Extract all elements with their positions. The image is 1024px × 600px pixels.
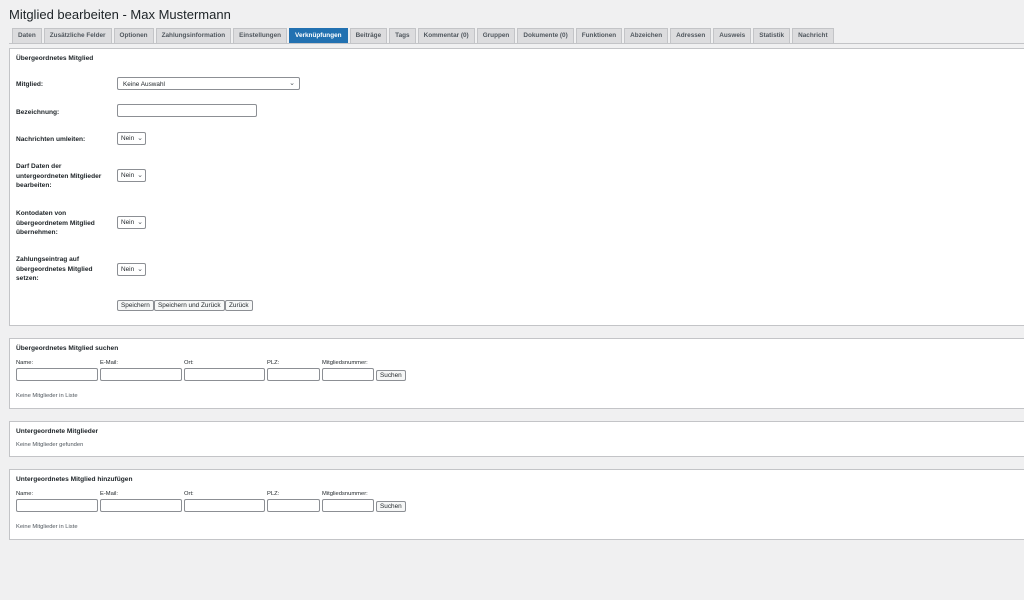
bezeichnung-input[interactable] — [117, 104, 257, 117]
name-input[interactable] — [16, 499, 98, 512]
ort-label: Ort: — [184, 360, 194, 366]
ort-input[interactable] — [184, 499, 265, 512]
bezeichnung-label: Bezeichnung: — [16, 109, 60, 116]
tab-beitraege[interactable]: Beiträge — [349, 28, 388, 43]
tab-statistik[interactable]: Statistik — [753, 28, 791, 43]
darf-daten-select[interactable]: Nein ⌄ — [117, 169, 146, 182]
search-button[interactable]: Suchen — [376, 370, 406, 381]
tab-verknuepfungen[interactable]: Verknüpfungen — [289, 28, 348, 43]
zahlungseintrag-label: Zahlungseintrag auf übergeordnetes Mitgl… — [16, 256, 93, 282]
tab-optionen[interactable]: Optionen — [113, 28, 154, 43]
darf-daten-value: Nein — [121, 172, 135, 179]
tab-zusaetzliche-felder[interactable]: Zusätzliche Felder — [43, 28, 112, 43]
email-input[interactable] — [100, 499, 182, 512]
tab-divider — [9, 43, 1024, 44]
chevron-down-icon: ⌄ — [289, 80, 295, 87]
mitgliedsnummer-input[interactable] — [322, 499, 374, 512]
name-label: Name: — [16, 360, 34, 366]
tab-funktionen[interactable]: Funktionen — [575, 28, 623, 43]
panel-title: Übergeordnetes Mitglied suchen — [16, 345, 119, 352]
ort-label: Ort: — [184, 491, 194, 497]
kontodaten-select[interactable]: Nein ⌄ — [117, 216, 146, 229]
nachrichten-umleiten-label: Nachrichten umleiten: — [16, 136, 86, 143]
empty-list-message: Keine Mitglieder gefunden — [16, 442, 84, 448]
name-label: Name: — [16, 491, 34, 497]
plz-label: PLZ: — [267, 491, 280, 497]
plz-label: PLZ: — [267, 360, 280, 366]
chevron-down-icon: ⌄ — [137, 135, 143, 142]
mitgliedsnummer-input[interactable] — [322, 368, 374, 381]
email-label: E-Mail: — [100, 491, 119, 497]
tab-bar: Daten Zusätzliche Felder Optionen Zahlun… — [12, 28, 1024, 43]
tab-einstellungen[interactable]: Einstellungen — [233, 28, 288, 43]
mitgliedsnummer-label: Mitgliedsnummer: — [322, 360, 368, 366]
tab-gruppen[interactable]: Gruppen — [476, 28, 516, 43]
save-and-back-button[interactable]: Speichern und Zurück — [154, 300, 225, 311]
tab-nachricht[interactable]: Nachricht — [792, 28, 834, 43]
mitglied-label: Mitglied: — [16, 81, 44, 88]
page-title: Mitglied bearbeiten - Max Mustermann — [9, 7, 231, 22]
chevron-down-icon: ⌄ — [137, 266, 143, 273]
search-parent-panel: Übergeordnetes Mitglied suchen Name: E-M… — [9, 338, 1024, 409]
kontodaten-value: Nein — [121, 219, 135, 226]
add-child-panel: Untergeordnetes Mitglied hinzufügen Name… — [9, 469, 1024, 540]
tab-ausweis[interactable]: Ausweis — [713, 28, 752, 43]
tab-dokumente[interactable]: Dokumente (0) — [517, 28, 574, 43]
tab-abzeichen[interactable]: Abzeichen — [624, 28, 669, 43]
plz-input[interactable] — [267, 368, 320, 381]
panel-title: Übergeordnetes Mitglied — [16, 55, 94, 62]
tab-tags[interactable]: Tags — [389, 28, 416, 43]
panel-title: Untergeordnetes Mitglied hinzufügen — [16, 476, 133, 483]
parent-member-panel: Übergeordnetes Mitglied Mitglied: Keine … — [9, 48, 1024, 326]
ort-input[interactable] — [184, 368, 265, 381]
zahlungseintrag-select[interactable]: Nein ⌄ — [117, 263, 146, 276]
darf-daten-label: Darf Daten der untergeordneten Mitgliede… — [16, 163, 102, 189]
save-button[interactable]: Speichern — [117, 300, 154, 311]
plz-input[interactable] — [267, 499, 320, 512]
search-button[interactable]: Suchen — [376, 501, 406, 512]
empty-list-message: Keine Mitglieder in Liste — [16, 524, 78, 530]
nachrichten-umleiten-value: Nein — [121, 135, 135, 142]
email-input[interactable] — [100, 368, 182, 381]
empty-list-message: Keine Mitglieder in Liste — [16, 393, 78, 399]
name-input[interactable] — [16, 368, 98, 381]
tab-daten[interactable]: Daten — [12, 28, 42, 43]
nachrichten-umleiten-select[interactable]: Nein ⌄ — [117, 132, 146, 145]
mitgliedsnummer-label: Mitgliedsnummer: — [322, 491, 368, 497]
tab-kommentar[interactable]: Kommentar (0) — [417, 28, 475, 43]
mitglied-select[interactable]: Keine Auswahl ⌄ — [117, 77, 300, 90]
email-label: E-Mail: — [100, 360, 119, 366]
chevron-down-icon: ⌄ — [137, 172, 143, 179]
tab-zahlungsinformation[interactable]: Zahlungsinformation — [155, 28, 232, 43]
zahlungseintrag-value: Nein — [121, 266, 135, 273]
panel-title: Untergeordnete Mitglieder — [16, 428, 99, 435]
child-members-panel: Untergeordnete Mitglieder Keine Mitglied… — [9, 421, 1024, 457]
back-button[interactable]: Zurück — [225, 300, 253, 311]
tab-adressen[interactable]: Adressen — [670, 28, 712, 43]
mitglied-select-value: Keine Auswahl — [123, 81, 165, 88]
kontodaten-label: Kontodaten von übergeordnetem Mitglied ü… — [16, 210, 95, 236]
chevron-down-icon: ⌄ — [137, 219, 143, 226]
